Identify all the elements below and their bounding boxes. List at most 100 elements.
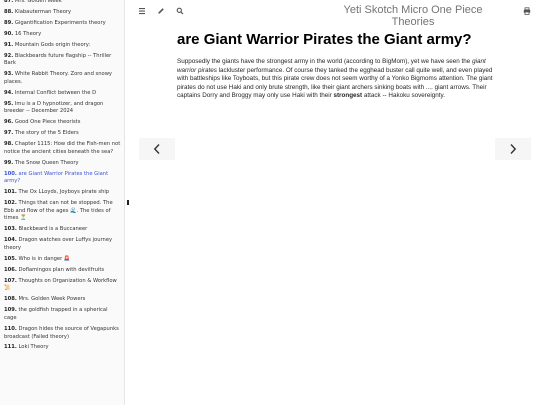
chapter-number: 105.	[4, 255, 17, 262]
sidebar-chapter-item[interactable]: 89. Gigantification Experiments theory	[0, 18, 124, 29]
chapter-title: Blackbeard is a Buccaneer	[18, 226, 88, 233]
chapter-title: Doflamingos plan with devilfruits	[18, 266, 105, 273]
chapter-content: are Giant Warrior Pirates the Giant army…	[177, 31, 495, 101]
chapter-title: Klabauterman Theory	[14, 8, 72, 15]
sidebar-chapter-item[interactable]: 94. Internal Conflict between the D	[0, 88, 124, 99]
chapter-title: Mrs. Golden Week	[14, 0, 62, 4]
chapter-list: 87. Mrs. Golden Week 88. Klabauterman The…	[0, 0, 124, 354]
sidebar-chapter-item[interactable]: 99. The Snow Queen Theory	[0, 158, 124, 169]
chapter-number: 91.	[4, 41, 14, 48]
chapter-title: White Rabbit Theory. Zoro and snowy plac…	[4, 71, 113, 85]
chevron-right-icon	[510, 144, 517, 154]
chapter-emoji: ⏳	[20, 215, 27, 222]
chapter-title: Dragon hides the source of Vegapunks bro…	[4, 325, 119, 340]
chapter-emoji: 📜	[4, 285, 11, 292]
sidebar-chapter-item[interactable]: 110. Dragon hides the source of Vegapunk…	[0, 324, 124, 343]
sidebar-chapter-item[interactable]: 106. Doflamingos plan with devilfruits	[0, 265, 124, 276]
chapter-number: 92.	[4, 52, 14, 59]
chapter-number: 98.	[4, 141, 14, 148]
sidebar-chapter-item[interactable]: 102. Things that can not be stopped. The…	[0, 199, 124, 225]
sidebar-chapter-item[interactable]: 101. The Ox LLoyds, Joyboys pirate ship	[0, 188, 124, 199]
chapter-title: Who is in danger	[18, 255, 63, 262]
chapter-title: The Ox LLoyds, Joyboys pirate ship	[18, 189, 110, 196]
chapter-number: 108.	[4, 296, 17, 303]
chapter-number: 110.	[4, 325, 17, 332]
book-title: Yeti Skotch Micro One Piece Theories	[343, 4, 483, 28]
print-button[interactable]	[521, 5, 533, 17]
sidebar-chapter-item[interactable]: 109. the goldfish trapped in a spherical…	[0, 306, 124, 325]
chapter-title: Internal Conflict between the D	[14, 89, 97, 96]
paragraph-text: Supposedly the giants have the strongest…	[177, 58, 473, 65]
chapter-title: Good One Piece theorists	[14, 119, 81, 126]
chapter-title: Mrs. Golden Week Powers	[18, 296, 86, 303]
chapter-title: the goldfish trapped in a spherical cage	[4, 307, 108, 321]
sidebar-chapter-item[interactable]: 104. Dragon watches over Luffys journey …	[0, 236, 124, 255]
paragraph-text: attack -- Hakoku sovereignty.	[362, 92, 445, 100]
sidebar-chapter-item[interactable]: 100. are Giant Warrior Pirates the Giant…	[0, 169, 124, 188]
sidebar-chapter-item[interactable]: 90. 16 Theory	[0, 29, 124, 40]
menu-button[interactable]	[136, 5, 148, 17]
chapter-number: 99.	[4, 159, 14, 166]
pencil-icon	[158, 8, 164, 14]
chapter-number: 88.	[4, 8, 14, 15]
previous-chapter-button[interactable]	[139, 138, 175, 160]
chapter-emoji: 🚨	[63, 255, 71, 262]
chapter-title: 16 Theory	[14, 30, 42, 37]
chapter-number: 96.	[4, 119, 14, 126]
next-chapter-button[interactable]	[495, 138, 531, 160]
chapter-number: 89.	[4, 19, 14, 26]
sidebar-chapter-item[interactable]: 105. Who is in danger 🚨	[0, 254, 124, 265]
sidebar-chapter-item[interactable]: 93. White Rabbit Theory. Zoro and snowy …	[0, 69, 124, 88]
menu-icon	[139, 8, 145, 15]
chapter-title: Gigantification Experiments theory	[14, 19, 106, 26]
sidebar-resize-handle[interactable]	[127, 200, 129, 205]
strong-text: strongest	[333, 92, 363, 100]
chapter-title: Blackbeards future flagship -- Thriller …	[4, 52, 112, 67]
chapter-number: 101.	[4, 189, 17, 196]
chapter-number: 106.	[4, 266, 17, 273]
sidebar-chapter-item[interactable]: 92. Blackbeards future flagship -- Thril…	[0, 51, 124, 70]
chapter-number: 90.	[4, 30, 14, 37]
sidebar-chapter-item[interactable]: 96. Good One Piece theorists	[0, 118, 124, 129]
sidebar-chapter-item[interactable]: 88. Klabauterman Theory	[0, 7, 124, 18]
chapter-number: 107.	[4, 277, 17, 284]
chapter-paragraph: Supposedly the giants have the strongest…	[177, 58, 495, 101]
chapter-number: 97.	[4, 130, 14, 137]
chapter-number: 100.	[4, 170, 17, 177]
chapter-number: 94.	[4, 89, 14, 96]
sidebar-chapter-item[interactable]: 103. Blackbeard is a Buccaneer	[0, 225, 124, 236]
search-button[interactable]	[174, 5, 186, 17]
chapter-number: 87.	[4, 0, 14, 4]
chapter-title: are Giant Warrior Pirates the Giant army…	[4, 170, 109, 185]
sidebar-chapter-item[interactable]: 98. Chapter 1115: How did the Fish-men n…	[0, 139, 124, 158]
chapter-title: Thoughts on Organization & Workflow	[18, 277, 117, 284]
sidebar-chapter-item[interactable]: 91. Mountain Gods origin theory:	[0, 40, 124, 51]
sidebar-chapter-item[interactable]: 108. Mrs. Golden Week Powers	[0, 295, 124, 306]
chapter-title: The story of the 5 Elders	[14, 130, 79, 137]
sidebar-chapter-item[interactable]: 111. Loki Theory	[0, 343, 124, 354]
print-icon	[523, 7, 531, 15]
chapter-number: 95.	[4, 100, 14, 107]
menu-bar: Yeti Skotch Micro One Piece Theories	[126, 0, 540, 28]
chapter-title: Dragon watches over Luffys journey theor…	[4, 237, 113, 251]
chapter-title: Loki Theory	[18, 344, 49, 351]
chapter-number: 109.	[4, 307, 17, 314]
chapter-number: 93.	[4, 71, 14, 78]
chapter-title: Chapter 1115: How did the Fish-men not n…	[4, 141, 121, 155]
sidebar-chapter-item[interactable]: 95. Imu is a D hypnotizer, and dragon br…	[0, 99, 124, 118]
chapter-number: 103.	[4, 226, 17, 233]
chapter-number: 111.	[4, 344, 17, 351]
sidebar-chapter-item[interactable]: 87. Mrs. Golden Week	[0, 0, 124, 7]
chapter-title: The Snow Queen Theory	[14, 159, 79, 166]
sidebar-chapter-item[interactable]: 107. Thoughts on Organization & Workflow…	[0, 276, 124, 295]
sidebar-chapter-item[interactable]: 97. The story of the 5 Elders	[0, 128, 124, 139]
chapter-title: Mountain Gods origin theory:	[14, 41, 91, 48]
chapter-number: 104.	[4, 237, 17, 244]
edit-button[interactable]	[155, 5, 167, 17]
chapter-title: Imu is a D hypnotizer, and dragon breede…	[4, 100, 104, 115]
search-icon	[176, 7, 184, 15]
chapter-heading: are Giant Warrior Pirates the Giant army…	[177, 31, 472, 48]
chevron-left-icon	[153, 144, 160, 154]
chapter-number: 102.	[4, 200, 17, 207]
sidebar: 87. Mrs. Golden Week 88. Klabauterman The…	[0, 0, 125, 405]
